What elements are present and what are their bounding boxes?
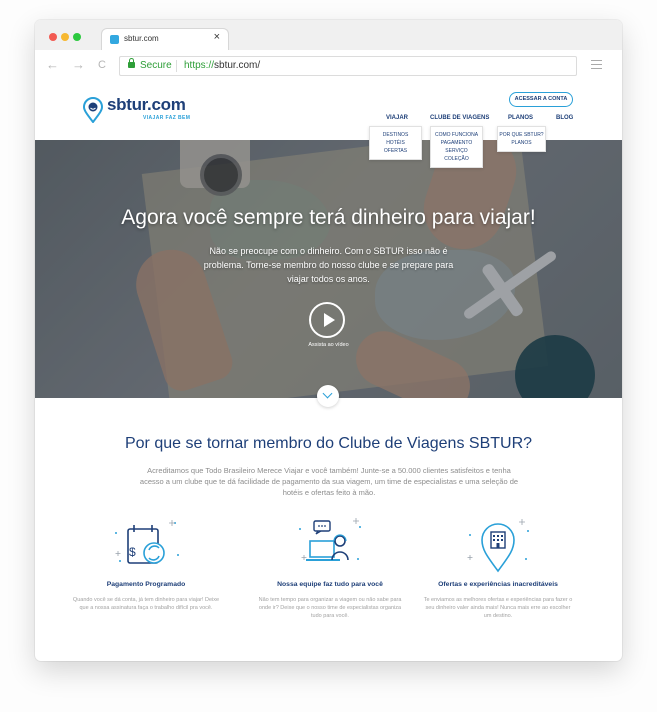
dropdown-item-por-que-sbtur[interactable]: POR QUE SBTUR?	[498, 131, 545, 139]
play-video-button[interactable]	[309, 302, 345, 338]
location-hotel-icon	[467, 519, 529, 573]
dropdown-item-hoteis[interactable]: HOTÉIS	[370, 139, 421, 147]
feature-title: Nossa equipe faz tudo para você	[277, 581, 383, 588]
login-button[interactable]: ACESSAR A CONTA	[509, 92, 573, 107]
url-host: sbtur.com/	[214, 60, 261, 71]
dropdown-item-destinos[interactable]: DESTINOS	[370, 131, 421, 139]
url-text: https://sbtur.com/	[184, 60, 260, 71]
address-bar: ← → C Secure https://sbtur.com/	[35, 50, 622, 83]
dropdown-item-colecao[interactable]: COLEÇÃO	[431, 155, 482, 163]
dropdown-item-planos[interactable]: PLANOS	[498, 139, 545, 147]
back-arrow-icon[interactable]: ←	[46, 58, 59, 72]
close-window-button[interactable]	[49, 33, 57, 41]
feature-title: Pagamento Programado	[106, 581, 186, 588]
nav-clube-de-viagens[interactable]: CLUBE DE VIAGENS	[430, 115, 489, 121]
feature-title: Ofertas e experiências inacreditáveis	[438, 581, 558, 588]
svg-text:$: $	[129, 545, 136, 559]
favicon-icon	[110, 35, 119, 44]
feature-text: Não tem tempo para organizar a viagem ou…	[258, 597, 402, 619]
hero-subtitle: Não se preocupe com o dinheiro. Com o SB…	[203, 246, 454, 284]
feature-ofertas: Ofertas e experiências inacreditáveis Te…	[423, 515, 573, 620]
nav-planos[interactable]: PLANOS	[508, 115, 533, 121]
dropdown-item-ofertas[interactable]: OFERTAS	[370, 147, 421, 155]
logo-tagline: VIAJAR FAZ BEM	[143, 115, 191, 121]
support-agent-icon	[299, 518, 361, 561]
nav-viajar[interactable]: VIAJAR	[386, 115, 408, 121]
url-input[interactable]: Secure https://sbtur.com/	[119, 56, 577, 76]
scroll-down-button[interactable]	[317, 385, 339, 407]
dropdown-planos: POR QUE SBTUR? PLANOS	[497, 126, 546, 152]
browser-menu-icon[interactable]	[591, 60, 602, 72]
website: sbtur.com VIAJAR FAZ BEM ACESSAR A CONTA…	[35, 82, 622, 661]
browser-window: sbtur.com × ← → C Secure https://sbtur.c…	[35, 20, 622, 661]
browser-tab[interactable]: sbtur.com ×	[101, 28, 229, 51]
tab-close-icon[interactable]: ×	[214, 32, 220, 43]
reload-icon[interactable]: C	[98, 58, 106, 72]
logo-text[interactable]: sbtur.com	[107, 95, 186, 115]
feature-text: Te enviamos as melhores ofertas e experi…	[423, 597, 573, 619]
lock-icon	[128, 58, 135, 68]
tab-bar: sbtur.com ×	[35, 20, 622, 51]
dropdown-item-pagamento[interactable]: PAGAMENTO	[431, 139, 482, 147]
url-divider	[176, 60, 177, 72]
logo-pin-icon[interactable]	[82, 97, 104, 123]
feature-equipe: Nossa equipe faz tudo para você Não tem …	[255, 515, 405, 620]
hero-banner: Agora você sempre terá dinheiro para via…	[35, 140, 622, 398]
video-label[interactable]: Assista ao vídeo	[35, 342, 622, 348]
dropdown-clube: COMO FUNCIONA PAGAMENTO SERVIÇO COLEÇÃO	[430, 126, 483, 168]
dropdown-item-como-funciona[interactable]: COMO FUNCIONA	[431, 131, 482, 139]
secure-label: Secure	[140, 60, 172, 71]
hero-title: Agora você sempre terá dinheiro para via…	[121, 206, 536, 229]
calendar-money-icon: $	[115, 520, 179, 564]
minimize-window-button[interactable]	[61, 33, 69, 41]
section-description: Acreditamos que Todo Brasileiro Merece V…	[139, 466, 519, 497]
forward-arrow-icon[interactable]: →	[72, 58, 85, 72]
maximize-window-button[interactable]	[73, 33, 81, 41]
dropdown-item-servico[interactable]: SERVIÇO	[431, 147, 482, 155]
feature-text: Quando você se dá conta, já tem dinheiro…	[72, 597, 220, 611]
url-protocol: https://	[184, 60, 215, 71]
section-title: Por que se tornar membro do Clube de Via…	[124, 435, 533, 452]
nav-blog[interactable]: BLOG	[556, 115, 573, 121]
feature-pagamento: $ Pagamento Programado Quando você se dá…	[71, 515, 221, 612]
tab-title: sbtur.com	[124, 34, 159, 43]
dropdown-viajar: DESTINOS HOTÉIS OFERTAS	[369, 126, 422, 160]
